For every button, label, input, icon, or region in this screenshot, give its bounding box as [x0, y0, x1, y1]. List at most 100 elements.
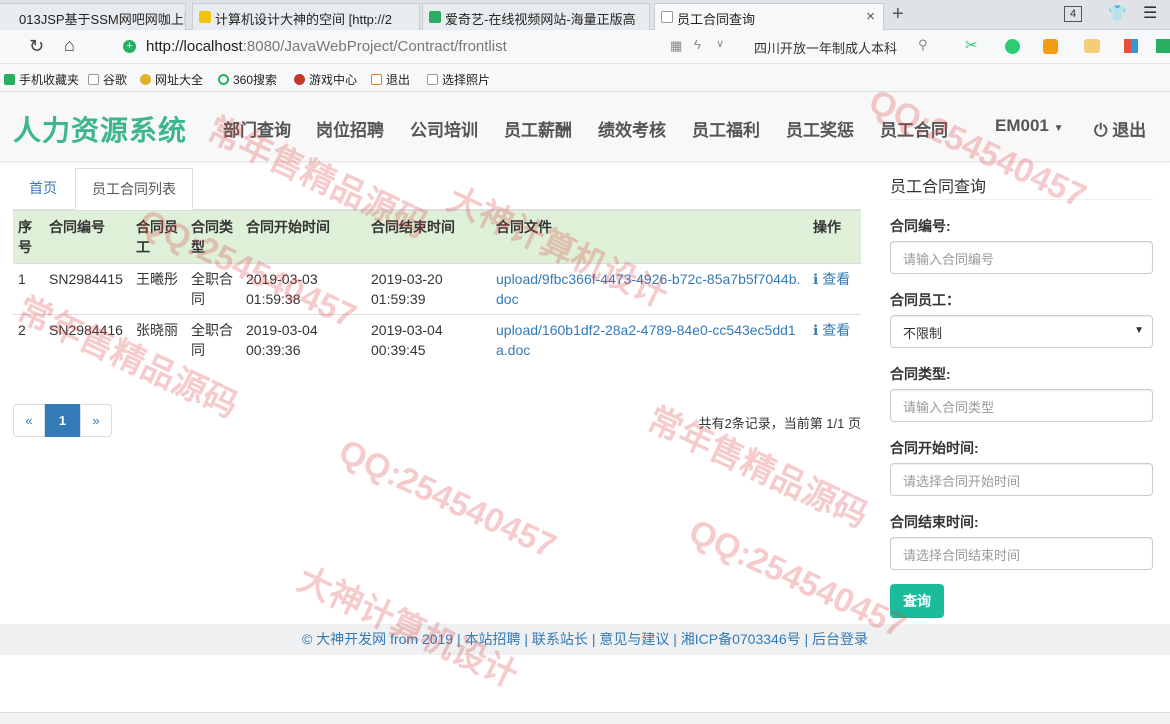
menu-icon[interactable]: ☰: [1143, 3, 1157, 23]
next-page-button[interactable]: »: [80, 404, 112, 437]
table-row: 2 SN2984416 张晓丽 全职合同 2019-03-04 00:39:36…: [13, 314, 861, 366]
cell-index: 1: [13, 263, 44, 315]
cell-type: 全职合同: [186, 314, 241, 366]
pagination: « 1 »: [13, 404, 112, 437]
reload-icon[interactable]: ↻: [29, 36, 44, 57]
360-icon: [218, 74, 229, 85]
browser-tab-2-title: 计算机设计大神的空间 [http://2: [215, 12, 392, 27]
logout-link[interactable]: ⏻ 退出: [1094, 116, 1146, 141]
nav-training[interactable]: 公司培训: [410, 116, 478, 141]
page-icon: [88, 74, 99, 85]
bookmark-games[interactable]: 游戏中心: [294, 71, 357, 88]
type-label: 合同类型:: [890, 366, 951, 382]
bookmark-mobile[interactable]: 手机收藏夹: [4, 71, 79, 88]
tab-home[interactable]: 首页: [13, 168, 73, 210]
close-tab-icon[interactable]: ×: [866, 8, 875, 25]
emoji-icon[interactable]: [1084, 39, 1100, 53]
cell-type: 全职合同: [186, 263, 241, 315]
prev-page-button[interactable]: «: [13, 404, 45, 437]
globe-icon: [140, 74, 151, 85]
nav-contract[interactable]: 员工合同: [880, 116, 948, 141]
lightning-icon[interactable]: ϟ: [694, 37, 701, 52]
nav-performance[interactable]: 绩效考核: [598, 116, 666, 141]
address-bar: ‹ ↻ ⌂ + http://localhost:8080/JavaWebPro…: [0, 30, 1170, 64]
new-tab-icon[interactable]: +: [892, 3, 904, 26]
shirt-icon[interactable]: 👕: [1108, 4, 1127, 22]
table-row: 1 SN2984415 王曦彤 全职合同 2019-03-03 01:59:38…: [13, 263, 861, 315]
chevron-down-icon[interactable]: ∨: [716, 37, 724, 50]
translate-icon[interactable]: [1005, 39, 1020, 54]
browser-tab-active[interactable]: 员工合同查询 ×: [654, 3, 884, 31]
scissors-icon[interactable]: ✂: [965, 36, 978, 54]
nav-rewards[interactable]: 员工奖惩: [786, 116, 854, 141]
start-date-input[interactable]: 请选择合同开始时间: [890, 463, 1153, 496]
current-page-button[interactable]: 1: [45, 404, 80, 437]
bookmark-exit[interactable]: 退出: [371, 71, 410, 88]
tab-count-badge[interactable]: 4: [1064, 6, 1082, 22]
home-icon[interactable]: ⌂: [64, 35, 75, 56]
url-field[interactable]: http://localhost:8080/JavaWebProject/Con…: [146, 38, 507, 55]
record-info: 共有2条记录，当前第 1/1 页: [698, 416, 861, 431]
game-icon: [294, 74, 305, 85]
col-action: 操作: [808, 210, 861, 264]
end-date-input[interactable]: 请选择合同结束时间: [890, 537, 1153, 570]
code-input[interactable]: 请输入合同编号: [890, 241, 1153, 274]
info-icon: ℹ: [813, 271, 819, 287]
view-link[interactable]: ℹ 查看: [813, 322, 850, 338]
browser-tab-3-title: 爱奇艺-在线视频网站-海量正版高: [445, 12, 636, 27]
browser-tab-bar: 013JSP基于SSM网吧网咖上网计 计算机设计大神的空间 [http://2 …: [0, 0, 1170, 31]
nav-welfare[interactable]: 员工福利: [692, 116, 760, 141]
file-link[interactable]: upload/160b1df2-28a2-4789-84e0-cc543ec5d…: [496, 322, 796, 358]
cell-start: 2019-03-03 01:59:38: [241, 263, 366, 315]
nav-recruitment[interactable]: 岗位招聘: [316, 116, 384, 141]
browser-tab-3[interactable]: 爱奇艺-在线视频网站-海量正版高: [422, 3, 650, 30]
type-input[interactable]: 请输入合同类型: [890, 389, 1153, 422]
bookmarks-bar: 手机收藏夹 谷歌 网址大全 360搜索 游戏中心 退出 选择照片: [0, 64, 1170, 92]
col-employee: 合同员工: [131, 210, 186, 264]
cell-file: upload/160b1df2-28a2-4789-84e0-cc543ec5d…: [491, 314, 808, 366]
browser-tab-1-title: 013JSP基于SSM网吧网咖上网计: [19, 12, 185, 27]
apps-icon[interactable]: [1124, 39, 1138, 53]
brand-title[interactable]: 人力资源系统: [13, 109, 187, 149]
search-box[interactable]: 四川开放一年制成人本科: [754, 38, 897, 57]
caret-down-icon: ▼: [1134, 325, 1144, 336]
search-panel-title: 员工合同查询: [890, 162, 1153, 200]
shield-icon[interactable]: [1043, 39, 1058, 54]
url-host: http://localhost: [146, 38, 243, 55]
main-content: 首页 员工合同列表 序号 合同编号 合同员工 合同类型 合同开始时间 合同结束时…: [13, 162, 861, 437]
cell-start: 2019-03-04 00:39:36: [241, 314, 366, 366]
bookmark-photo[interactable]: 选择照片: [427, 71, 490, 88]
browser-tab-1[interactable]: 013JSP基于SSM网吧网咖上网计: [0, 3, 186, 30]
browser-tab-4-title: 员工合同查询: [677, 12, 756, 27]
nav-department[interactable]: 部门查询: [223, 116, 291, 141]
col-code: 合同编号: [44, 210, 131, 264]
tab-contract-list[interactable]: 员工合同列表: [75, 168, 193, 210]
employee-label: 合同员工：: [890, 292, 960, 308]
footer[interactable]: © 大神开发网 from 2019 | 本站招聘 | 联系站长 | 意见与建议 …: [0, 624, 1170, 655]
page-icon: [427, 74, 438, 85]
search-icon[interactable]: ⚲: [918, 37, 928, 53]
file-link[interactable]: upload/9fbc366f-4473-4926-b72c-85a7b5f70…: [496, 271, 800, 307]
col-file: 合同文件: [491, 210, 808, 264]
employee-select[interactable]: 不限制 ▼: [890, 315, 1153, 348]
cell-code: SN2984415: [44, 263, 131, 315]
exit-icon: [371, 74, 382, 85]
contract-table: 序号 合同编号 合同员工 合同类型 合同开始时间 合同结束时间 合同文件 操作 …: [13, 210, 861, 366]
search-panel: 员工合同查询 合同编号: 请输入合同编号 合同员工： 不限制 ▼ 合同类型: 请输…: [890, 162, 1153, 618]
employee-select-value: 不限制: [903, 326, 943, 341]
bookmark-navigation[interactable]: 网址大全: [140, 71, 203, 88]
extension-icon[interactable]: [1156, 39, 1170, 53]
col-index: 序号: [13, 210, 44, 264]
watermark-qq: QQ:254540457: [333, 432, 562, 566]
qr-icon[interactable]: ▦: [670, 38, 682, 54]
power-icon: ⏻: [1094, 121, 1108, 140]
user-menu[interactable]: EM001 ▼: [995, 116, 1064, 136]
view-link[interactable]: ℹ 查看: [813, 271, 850, 287]
phone-icon: [4, 74, 15, 85]
bookmark-google[interactable]: 谷歌: [88, 71, 127, 88]
code-label: 合同编号:: [890, 218, 951, 234]
browser-tab-2[interactable]: 计算机设计大神的空间 [http://2: [192, 3, 420, 30]
bookmark-360[interactable]: 360搜索: [218, 71, 277, 88]
nav-salary[interactable]: 员工薪酬: [504, 116, 572, 141]
query-button[interactable]: 查询: [890, 584, 944, 618]
